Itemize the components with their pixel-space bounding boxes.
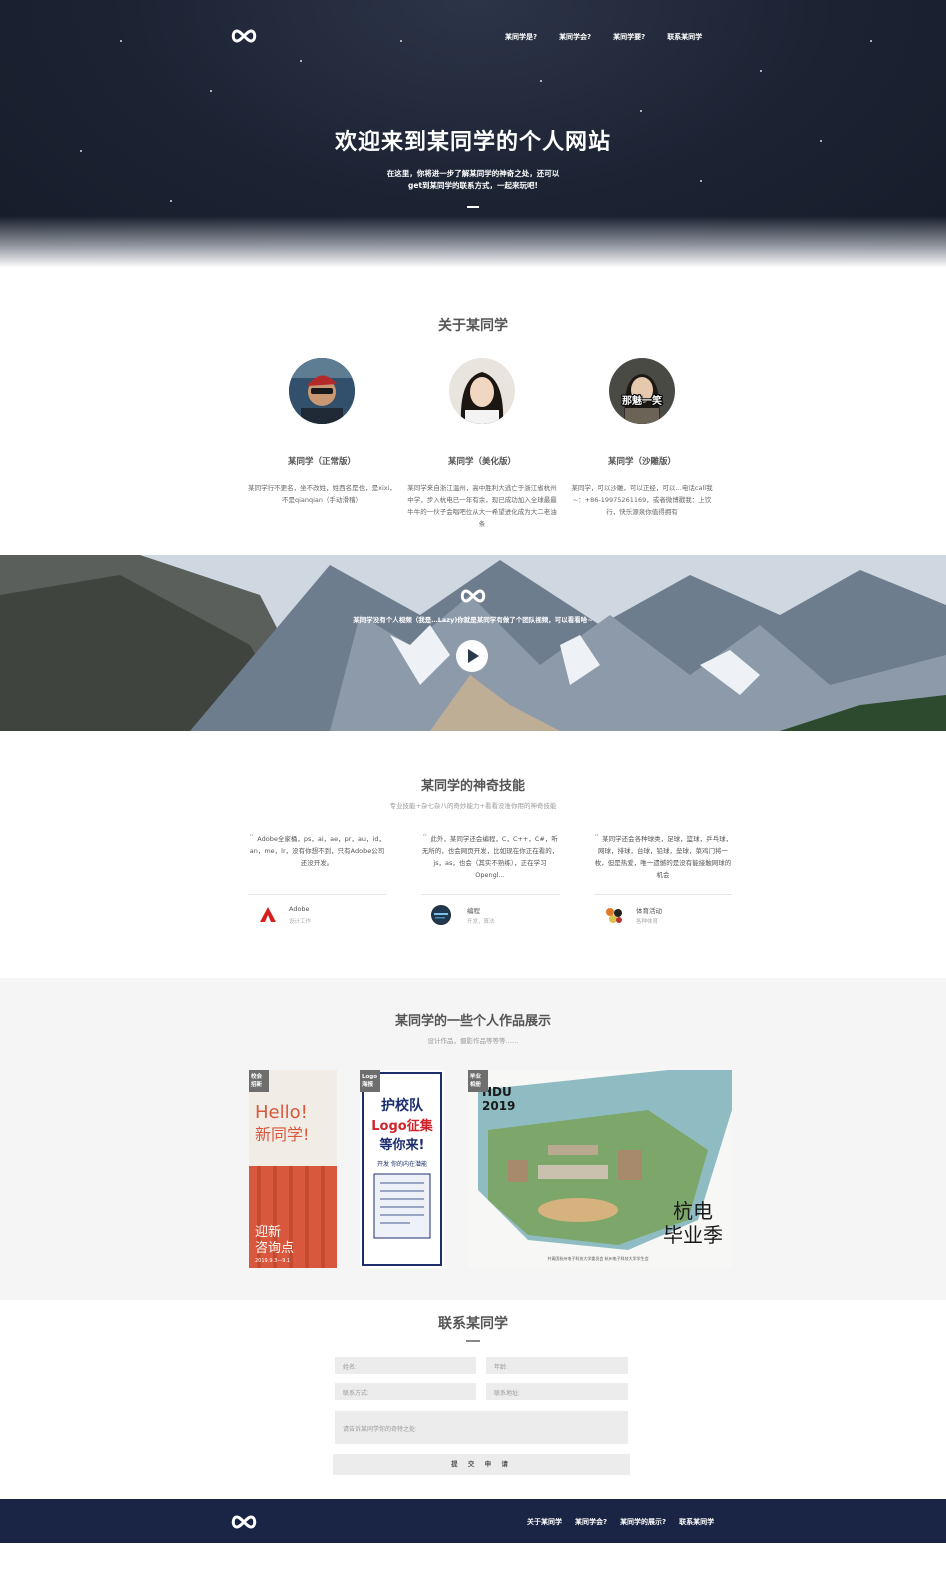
- sports-icon: [604, 905, 624, 925]
- skill-divider: [594, 894, 732, 895]
- footer-link-works[interactable]: 某同学的展示?: [620, 1517, 666, 1527]
- work1-text2: 新同学!: [255, 1125, 309, 1144]
- person-desc-normal: 某同学行不更名，坐不改姓，姓西名是也，是xixi，不是qianqian（手动滑稽…: [248, 484, 396, 504]
- skills-title: 某同学的神奇技能: [420, 779, 525, 794]
- person-name-funny: 某同学（沙雕版）: [607, 457, 676, 467]
- avatar-funny: 那魅一笑: [609, 358, 675, 424]
- person-name-beauty: 某同学（美化版）: [447, 457, 516, 467]
- work-card-freshman[interactable]: Hello! 新同学! 迎新 咨询点 2019.9.3—9.1 校会招新: [249, 1070, 337, 1268]
- work3-text2: 2019: [482, 1099, 515, 1113]
- top-nav: 某同学是? 某同学会? 某同学要? 联系某同学: [505, 32, 724, 42]
- work2-text3: 等你来!: [379, 1137, 425, 1153]
- page: 某同学是? 某同学会? 某同学要? 联系某同学 欢迎来到某同学的个人网站 在这里…: [0, 0, 946, 1596]
- work3-caption: 共青团杭州电子科技大学委员会 杭州电子科技大学学生会: [547, 1255, 648, 1261]
- hero-divider: [467, 206, 479, 208]
- contact-title: 联系某同学: [438, 1316, 508, 1332]
- skill-name-sports: 体育活动: [636, 907, 662, 915]
- footer-link-about[interactable]: 关于某同学: [527, 1517, 562, 1527]
- footer: [0, 1499, 946, 1543]
- play-icon[interactable]: [456, 640, 488, 672]
- nav-link-skills[interactable]: 某同学会?: [559, 32, 591, 42]
- skill-name-adobe: Adobe: [289, 905, 310, 913]
- contact-divider: [466, 1340, 480, 1342]
- work-tag-freshman: 校会招新: [249, 1070, 269, 1092]
- footer-link-contact[interactable]: 联系某同学: [679, 1517, 714, 1527]
- avatar-funny-label: 那魅一笑: [622, 394, 662, 407]
- banner-text: 某同学没有个人视频（我是…Lazy)你就是某同学有做了个团队视频，可以看看哈~: [353, 616, 593, 624]
- work1-text3: 迎新: [255, 1224, 281, 1240]
- skill-sub-adobe: 设计工作: [289, 919, 312, 925]
- work1-text4: 咨询点: [255, 1241, 294, 1256]
- age-field[interactable]: 年龄:: [486, 1357, 628, 1374]
- work3-text4: 毕业季: [663, 1223, 723, 1247]
- skill-quote-adobe: “ Adobe全家桶，ps，ai，ae，pr，au，id，an，me，lr，没有…: [249, 833, 385, 867]
- skill-quote-code: “ 此外，某同学还会编程，C，C++，C#，听无所的，也会网页开发，比如现在你正…: [421, 833, 559, 879]
- avatar-normal: [289, 358, 355, 424]
- infinity-icon[interactable]: [230, 28, 258, 44]
- works-title: 某同学的一些个人作品展示: [394, 1014, 551, 1029]
- work3-text3: 杭电: [673, 1199, 713, 1223]
- work-card-graduation[interactable]: HDU 2019 杭电 毕业季 共青团杭州电子科技大学委员会 杭州电子科技大学学…: [468, 1070, 732, 1268]
- work2-text1: 护校队: [381, 1097, 424, 1114]
- nav-link-works[interactable]: 某同学要?: [613, 32, 645, 42]
- skill-name-code: 编程: [467, 907, 480, 915]
- skill-sub-sports: 各种体育: [636, 919, 659, 925]
- footer-nav: 关于某同学 某同学会? 某同学的展示? 联系某同学: [527, 1517, 727, 1527]
- work1-date: 2019.9.3—9.1: [255, 1258, 290, 1264]
- code-icon: [431, 905, 451, 925]
- nav-link-who[interactable]: 某同学是?: [505, 32, 537, 42]
- adobe-icon: [258, 905, 278, 925]
- skill-divider: [421, 894, 559, 895]
- work1-text1: Hello!: [255, 1102, 308, 1123]
- banner-infinity-icon: [460, 589, 486, 603]
- work-tag-graduation: 毕业相册: [468, 1070, 488, 1092]
- skills-subtitle: 专业技能+杂七杂八的奇妙能力+看看没准你用的神奇技能: [389, 802, 557, 810]
- works-subtitle: 设计作品，摄影作品等等等……: [427, 1037, 519, 1045]
- submit-button[interactable]: 提 交 申 请: [333, 1454, 630, 1475]
- footer-infinity-icon[interactable]: [230, 1514, 258, 1530]
- footer-link-skills[interactable]: 某同学会?: [575, 1517, 607, 1527]
- hero-title: 欢迎来到某同学的个人网站: [334, 130, 611, 155]
- phone-field[interactable]: 联系方式:: [335, 1383, 476, 1400]
- person-desc-beauty: 某同学来自浙江温州，高中胜利大逃亡于浙江省杭州中学，步入杭电已一年有余，现已成功…: [407, 484, 557, 528]
- skill-quote-sports: “ 某同学还会各种球类，足球，篮球，乒乓球，网球，排球，台球，铅球，垒球，菜鸡门…: [593, 833, 733, 879]
- about-title: 关于某同学: [438, 318, 508, 334]
- nav-link-contact[interactable]: 联系某同学: [667, 32, 702, 42]
- work-tag-logo: Logo海报: [360, 1070, 380, 1092]
- hero-subtitle: 在这里，你将进一步了解某同学的神奇之处，还可以get到某同学的联系方式，一起来玩…: [386, 169, 560, 190]
- work-card-logo-poster[interactable]: 护校队 Logo征集 等你来! 开发 你的内在潜能 Logo海报: [360, 1070, 444, 1268]
- skill-sub-code: 开发，算法: [467, 919, 495, 925]
- work2-text4: 开发 你的内在潜能: [377, 1160, 427, 1168]
- work2-text2: Logo征集: [371, 1118, 433, 1134]
- avatar-beauty: [449, 358, 515, 424]
- address-field[interactable]: 联系地址:: [486, 1383, 628, 1400]
- skill-divider: [248, 894, 386, 895]
- person-desc-funny: 某同学，可以沙雕，可以正经，可以…电话call我~：+86-1997526116…: [571, 484, 713, 516]
- name-field[interactable]: 姓名:: [335, 1357, 476, 1374]
- person-name-normal: 某同学（正常版）: [287, 457, 356, 467]
- message-field[interactable]: 请告诉某同学你的奇特之处:: [335, 1411, 628, 1444]
